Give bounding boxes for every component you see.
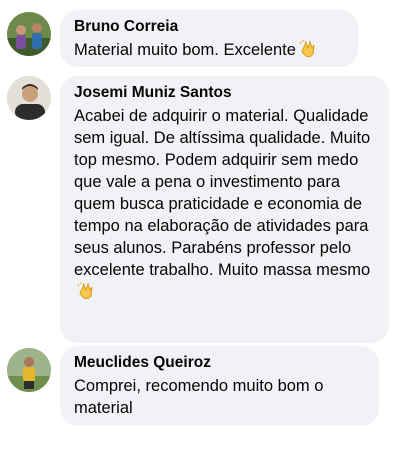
comment-item: Josemi Muniz Santos Acabei de adquirir o… <box>0 76 400 344</box>
comment-text-content: Material muito bom. Excelente <box>74 41 296 59</box>
avatar-photo <box>7 348 51 392</box>
comment-author[interactable]: Josemi Muniz Santos <box>74 83 375 103</box>
avatar[interactable] <box>7 76 51 120</box>
comment-bubble: Bruno Correia Material muito bom. Excele… <box>60 10 358 67</box>
comment-text: Material muito bom. Excelente <box>74 39 344 65</box>
comment-author[interactable]: Bruno Correia <box>74 17 344 37</box>
avatar[interactable] <box>7 12 51 56</box>
avatar[interactable] <box>7 348 51 392</box>
comment-text: Acabei de adquirir o material. Qualidade… <box>74 105 375 307</box>
comment-item: Meuclides Queiroz Comprei, recomendo mui… <box>0 346 400 428</box>
clapping-hands-icon <box>298 39 318 65</box>
avatar-photo <box>7 12 51 56</box>
comment-text-content: Acabei de adquirir o material. Qualidade… <box>74 107 371 279</box>
avatar-photo <box>7 76 51 120</box>
comment-bubble: Josemi Muniz Santos Acabei de adquirir o… <box>60 76 389 343</box>
comment-item: Bruno Correia Material muito bom. Excele… <box>0 10 400 70</box>
clapping-hands-icon <box>76 281 96 307</box>
comment-author[interactable]: Meuclides Queiroz <box>74 353 365 373</box>
comment-text: Comprei, recomendo muito bom o material <box>74 377 324 417</box>
comment-bubble: Meuclides Queiroz Comprei, recomendo mui… <box>60 346 379 426</box>
